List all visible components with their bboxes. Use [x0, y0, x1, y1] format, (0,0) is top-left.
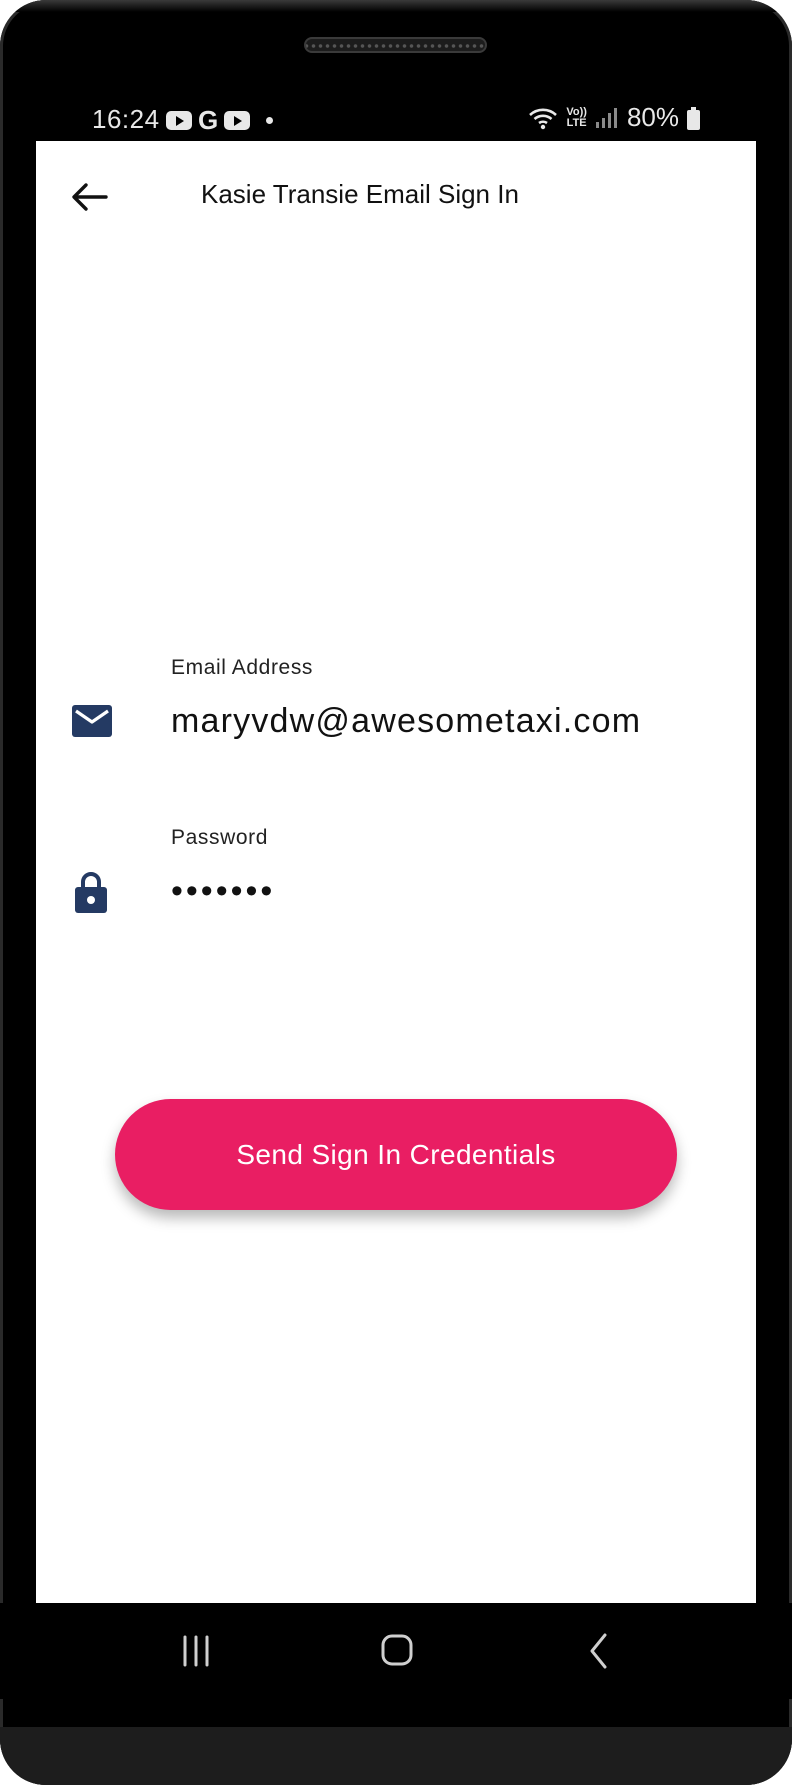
dot-icon [266, 116, 274, 124]
youtube-icon [166, 110, 192, 130]
password-input[interactable] [171, 866, 711, 916]
device-chin [0, 1727, 792, 1785]
status-time: 16:24 [92, 104, 160, 134]
youtube-icon [224, 110, 251, 130]
wifi-icon [529, 108, 558, 129]
google-icon: G [198, 105, 219, 135]
signal-icon [595, 107, 617, 128]
volte-icon: Vo)) LTE [566, 105, 587, 129]
home-icon[interactable] [367, 1625, 427, 1677]
bezel-shine [0, 0, 792, 12]
email-input[interactable] [171, 696, 711, 746]
app-screen: Kasie Transie Email Sign In Email Addres… [36, 141, 756, 1603]
recent-apps-icon[interactable] [166, 1625, 226, 1677]
lock-icon [75, 872, 107, 913]
back-icon[interactable] [570, 1625, 630, 1677]
send-credentials-button[interactable]: Send Sign In Credentials [115, 1099, 677, 1210]
password-label: Password [171, 826, 269, 849]
app-bar: Kasie Transie Email Sign In [36, 141, 756, 251]
speaker-grille [304, 37, 487, 53]
battery-icon [687, 106, 700, 130]
system-nav-bar [0, 1603, 792, 1699]
phone-frame: 16:24 G Vo)) LTE 80% Kasie Transie Email… [0, 0, 792, 1785]
arrow-left-icon[interactable] [66, 173, 114, 221]
page-title: Kasie Transie Email Sign In [201, 179, 519, 209]
email-label: Email Address [171, 656, 314, 679]
email-icon [72, 705, 112, 737]
notification-icons: G [166, 105, 274, 135]
battery-percent: 80% [626, 102, 679, 132]
status-bar: 16:24 G Vo)) LTE 80% [0, 96, 792, 142]
system-icons: Vo)) LTE 80% [528, 102, 700, 133]
